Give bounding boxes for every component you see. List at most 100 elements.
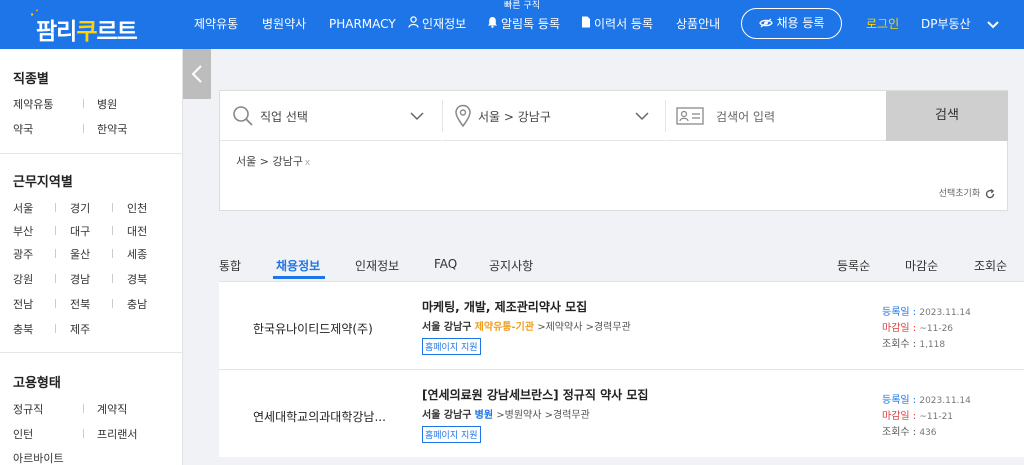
search-panel: 직업 선택 서울 > 강남구 검색어 입력 검색 서울 > 강남구 x 선택초기화 — [219, 90, 1008, 211]
filter-item[interactable]: 전북 — [70, 296, 90, 312]
region-select-dropdown[interactable]: 서울 > 강남구 — [443, 91, 665, 141]
filter-item[interactable]: 충남 — [127, 296, 147, 312]
tab-talent-info[interactable]: 인재정보 — [355, 257, 399, 274]
section-title-employment-type: 고용형태 — [13, 376, 61, 391]
logo-wordmark: 팜리쿠르트 — [36, 19, 138, 45]
filter-item[interactable]: 대구 — [70, 223, 90, 239]
filter-item[interactable]: 인턴 — [13, 426, 33, 442]
id-card-icon — [676, 107, 704, 125]
chevron-down-icon — [635, 112, 649, 121]
filter-item[interactable]: 세종 — [127, 246, 147, 262]
chip-remove-icon[interactable]: x — [305, 158, 310, 168]
site-logo[interactable]: ·˙ 팜리쿠르트 — [30, 8, 158, 45]
nav-pharma-distribution[interactable]: 제약유통 — [194, 0, 238, 49]
nav-product-info[interactable]: 상품안내 — [676, 0, 720, 49]
filter-sidebar: 직종별 제약유통 병원 약국 한약국 근무지역별 서울 경기 인천 부산 대구 … — [0, 49, 183, 465]
selected-filter-chip[interactable]: 서울 > 강남구 x — [236, 153, 310, 169]
job-listing[interactable]: 한국유나이티드제약(주) 마케팅, 개발, 제조관리약사 모집 서울 강남구 제… — [219, 281, 1024, 369]
separator — [83, 429, 84, 438]
separator — [112, 274, 113, 283]
sort-by-views[interactable]: 조회순 — [974, 257, 1007, 274]
chevron-down-icon[interactable] — [985, 16, 1001, 32]
filter-item[interactable]: 프리랜서 — [97, 426, 137, 442]
filter-item[interactable]: 아르바이트 — [13, 450, 64, 465]
nav-resume-register[interactable]: 이력서 등록 — [581, 0, 653, 49]
filter-item[interactable]: 울산 — [70, 246, 90, 262]
separator — [55, 203, 56, 212]
filter-item[interactable]: 전남 — [13, 296, 33, 312]
search-icon — [233, 106, 253, 126]
quick-job-badge: 빠른 구직 — [504, 1, 540, 11]
separator — [83, 124, 84, 133]
separator — [112, 249, 113, 258]
filter-item[interactable]: 약국 — [13, 121, 33, 137]
filter-item[interactable]: 충북 — [13, 321, 33, 337]
separator — [55, 299, 56, 308]
section-title-region: 근무지역별 — [13, 175, 73, 190]
separator — [55, 249, 56, 258]
filter-item[interactable]: 부산 — [13, 223, 33, 239]
listing-dates: 등록일 : 2023.11.14 마감일 : ~11-26 조회수 : 1,11… — [882, 307, 971, 350]
listing-dates: 등록일 : 2023.11.14 마감일 : ~11-21 조회수 : 436 — [882, 395, 971, 438]
top-navigation-bar: ·˙ 팜리쿠르트 제약유통 병원약사 PHARMACY 인재정보 빠른 구직 알… — [0, 0, 1024, 49]
active-tab-indicator — [273, 276, 325, 279]
filter-item[interactable]: 경기 — [70, 200, 90, 216]
filter-item[interactable]: 서울 — [13, 200, 33, 216]
tab-faq[interactable]: FAQ — [434, 257, 457, 271]
separator — [83, 404, 84, 413]
filter-item[interactable]: 인천 — [127, 200, 147, 216]
chevron-down-icon — [410, 112, 424, 121]
tab-notice[interactable]: 공지사항 — [489, 257, 533, 274]
search-button[interactable]: 검색 — [886, 91, 1008, 141]
filter-item[interactable]: 한약국 — [97, 121, 127, 137]
separator — [112, 203, 113, 212]
company-name[interactable]: 연세대학교의과대학강남... — [253, 408, 386, 425]
nav-alimtalk-register[interactable]: 빠른 구직 알림톡 등록 — [487, 0, 560, 49]
separator — [112, 226, 113, 235]
sidebar-collapse-button[interactable] — [183, 49, 211, 99]
nav-hospital-pharmacist[interactable]: 병원약사 — [262, 0, 306, 49]
person-icon — [408, 0, 419, 49]
filter-item[interactable]: 제주 — [70, 321, 90, 337]
filter-item[interactable]: 경북 — [127, 271, 147, 287]
job-register-button[interactable]: 채용 등록 — [741, 8, 842, 39]
tab-all[interactable]: 통합 — [219, 257, 241, 274]
sort-by-deadline[interactable]: 마감순 — [905, 257, 938, 274]
nav-talent-info[interactable]: 인재정보 — [408, 0, 466, 49]
filter-item[interactable]: 광주 — [13, 246, 33, 262]
separator — [55, 274, 56, 283]
chevron-left-icon — [191, 65, 202, 83]
job-title[interactable]: [연세의료원 강남세브란스] 정규직 약사 모집 — [422, 386, 648, 403]
tab-job-info[interactable]: 채용정보 — [276, 257, 320, 274]
org-menu[interactable]: DP부동산 — [921, 0, 971, 49]
section-divider — [0, 352, 183, 353]
section-title-job-type: 직종별 — [13, 72, 49, 87]
filter-item[interactable]: 병원 — [97, 96, 117, 112]
location-pin-icon — [455, 104, 471, 128]
job-select-dropdown[interactable]: 직업 선택 — [220, 91, 442, 141]
login-link[interactable]: 로그인 — [866, 0, 899, 49]
filter-item[interactable]: 제약유통 — [13, 96, 53, 112]
job-listing[interactable]: 연세대학교의과대학강남... [연세의료원 강남세브란스] 정규직 약사 모집 … — [219, 369, 1024, 457]
filter-item[interactable]: 정규직 — [13, 401, 43, 417]
job-title[interactable]: 마케팅, 개발, 제조관리약사 모집 — [422, 298, 587, 315]
filter-item[interactable]: 강원 — [13, 271, 33, 287]
keyword-field[interactable]: 검색어 입력 — [666, 91, 886, 141]
filter-item[interactable]: 대전 — [127, 223, 147, 239]
job-meta: 서울 강남구 병원 >병원약사 >경력무관 — [422, 410, 590, 421]
section-divider — [0, 153, 183, 154]
homepage-apply-badge: 홈페이지 지원 — [422, 338, 481, 355]
filter-item[interactable]: 계약직 — [97, 401, 127, 417]
company-name[interactable]: 한국유나이티드제약(주) — [253, 320, 373, 337]
refresh-icon — [985, 188, 995, 198]
separator — [112, 299, 113, 308]
sort-by-registration[interactable]: 등록순 — [837, 257, 870, 274]
document-icon — [581, 0, 591, 49]
nav-pharmacy[interactable]: PHARMACY — [329, 0, 396, 49]
filter-item[interactable]: 경남 — [70, 271, 90, 287]
eye-icon — [758, 10, 773, 38]
reset-filters-button[interactable]: 선택초기화 — [939, 186, 995, 199]
separator — [55, 226, 56, 235]
separator — [55, 324, 56, 333]
homepage-apply-badge: 홈페이지 지원 — [422, 426, 481, 443]
